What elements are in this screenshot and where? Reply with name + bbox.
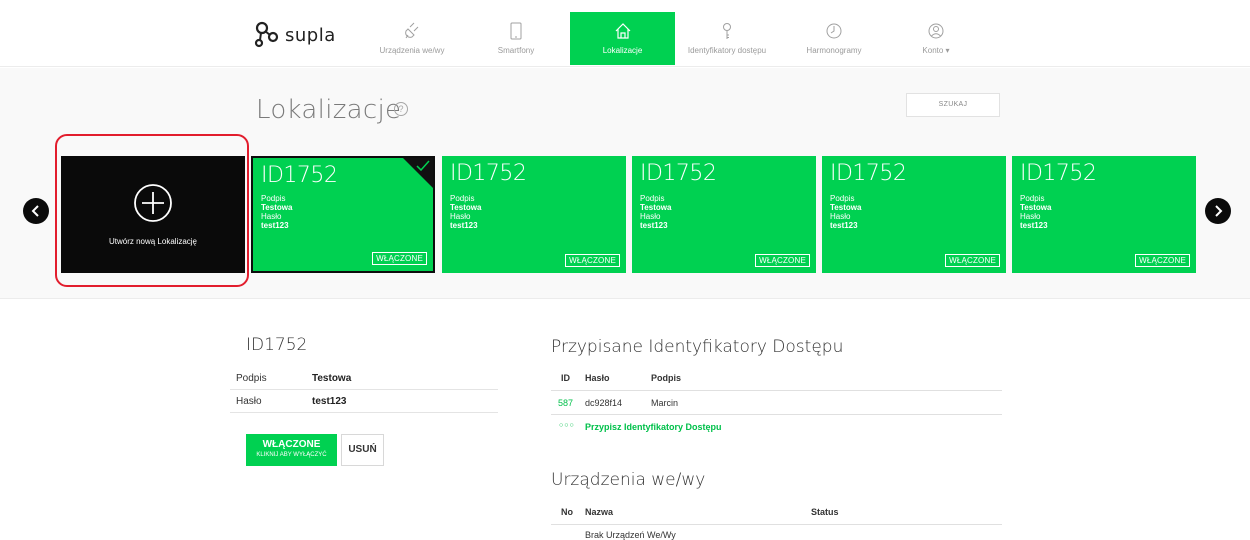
card-id: ID1752 bbox=[830, 161, 907, 186]
card-id: ID1752 bbox=[450, 161, 527, 186]
highlight-annotation bbox=[55, 134, 249, 287]
status-badge: WŁĄCZONE bbox=[565, 254, 620, 267]
table-header: No bbox=[561, 507, 573, 517]
card-value: test123 bbox=[830, 221, 858, 230]
nav-label: Urządzenia we/wy bbox=[379, 46, 445, 55]
detail-title: ID1752 bbox=[246, 335, 308, 355]
nav-item-schedules[interactable]: Harmonogramy bbox=[794, 12, 874, 65]
details-area bbox=[0, 298, 1250, 540]
carousel-next-button[interactable] bbox=[1205, 198, 1231, 224]
card-key: Podpis bbox=[640, 194, 665, 203]
supla-logo[interactable]: supla bbox=[253, 20, 336, 50]
divider bbox=[551, 524, 1002, 525]
clock-icon bbox=[826, 23, 842, 39]
card-value: Testowa bbox=[830, 203, 862, 212]
toggle-sublabel: KLIKNIJ ABY WYŁĄCZYĆ bbox=[256, 452, 327, 458]
card-value: test123 bbox=[450, 221, 478, 230]
check-icon bbox=[416, 160, 430, 172]
access-pass: dc928f14 bbox=[585, 398, 623, 408]
location-card[interactable]: ID1752 Podpis Testowa Hasło test123 WŁĄC… bbox=[822, 156, 1006, 273]
table-header: Hasło bbox=[585, 373, 610, 383]
detail-row: Hasło test123 bbox=[230, 391, 498, 413]
card-value: Testowa bbox=[640, 203, 672, 212]
detail-value[interactable]: test123 bbox=[312, 396, 346, 407]
status-badge: WŁĄCZONE bbox=[755, 254, 810, 267]
chevron-left-icon bbox=[31, 205, 39, 217]
detail-key: Hasło bbox=[236, 396, 262, 407]
nav-label: Identyfikatory dostępu bbox=[687, 46, 767, 55]
nav-item-account[interactable]: Konto ▾ bbox=[908, 12, 964, 65]
nav-item-locations[interactable]: Lokalizacje bbox=[570, 12, 675, 65]
card-value: Testowa bbox=[261, 203, 293, 212]
key-icon bbox=[723, 23, 731, 39]
table-header: Nazwa bbox=[585, 507, 614, 517]
card-value: test123 bbox=[640, 221, 668, 230]
divider bbox=[551, 390, 1002, 391]
card-key: Hasło bbox=[1020, 212, 1041, 221]
location-card[interactable]: ID1752 Podpis Testowa Hasło test123 WŁĄC… bbox=[632, 156, 816, 273]
card-value: Testowa bbox=[450, 203, 482, 212]
toggle-label: WŁĄCZONE bbox=[262, 439, 321, 450]
detail-row: Podpis Testowa bbox=[230, 368, 498, 390]
divider bbox=[551, 414, 1002, 415]
top-navbar: supla Urządzenia we/wy Smartfony Lokaliz… bbox=[0, 0, 1250, 67]
location-card[interactable]: ID1752 Podpis Testowa Hasło test123 WŁĄC… bbox=[1012, 156, 1196, 273]
devices-empty-message: Brak Urządzeń We/Wy bbox=[585, 530, 676, 540]
supla-logo-icon bbox=[254, 21, 279, 48]
help-icon[interactable]: ? bbox=[394, 102, 408, 116]
card-id: ID1752 bbox=[640, 161, 717, 186]
card-key: Hasło bbox=[450, 212, 471, 221]
card-key: Podpis bbox=[830, 194, 855, 203]
nav-item-access-ids[interactable]: Identyfikatory dostępu bbox=[679, 12, 775, 65]
carousel-prev-button[interactable] bbox=[23, 198, 49, 224]
home-icon bbox=[615, 23, 630, 39]
nav-item-smartphones[interactable]: Smartfony bbox=[478, 12, 554, 65]
nav-label: Konto ▾ bbox=[922, 46, 950, 55]
nav-item-devices[interactable]: Urządzenia we/wy bbox=[365, 12, 459, 65]
access-sign: Marcin bbox=[651, 398, 679, 408]
plug-icon bbox=[405, 22, 419, 39]
user-icon bbox=[928, 23, 944, 39]
location-card[interactable]: ID1752 Podpis Testowa Hasło test123 WŁĄC… bbox=[251, 156, 435, 273]
page-title: Lokalizacje bbox=[256, 95, 402, 125]
devices-section-title: Urządzenia we/wy bbox=[551, 470, 706, 490]
access-section-title: Przypisane Identyfikatory Dostępu bbox=[551, 337, 844, 357]
card-id: ID1752 bbox=[1020, 161, 1097, 186]
assign-access-link[interactable]: Przypisz Identyfikatory Dostępu bbox=[585, 422, 722, 432]
toggle-enabled-button[interactable]: WŁĄCZONE KLIKNIJ ABY WYŁĄCZYĆ bbox=[246, 434, 337, 466]
access-id-link[interactable]: 587 bbox=[558, 398, 573, 408]
status-badge: WŁĄCZONE bbox=[945, 254, 1000, 267]
smartphone-icon bbox=[510, 22, 522, 40]
status-badge: WŁĄCZONE bbox=[372, 252, 427, 265]
assign-dots-icon: ○○○ bbox=[559, 422, 575, 429]
detail-value[interactable]: Testowa bbox=[312, 373, 351, 384]
card-id: ID1752 bbox=[261, 163, 338, 188]
detail-key: Podpis bbox=[236, 373, 267, 384]
card-key: Hasło bbox=[640, 212, 661, 221]
card-key: Hasło bbox=[830, 212, 851, 221]
card-key: Podpis bbox=[261, 194, 286, 203]
card-key: Podpis bbox=[450, 194, 475, 203]
location-card[interactable]: ID1752 Podpis Testowa Hasło test123 WŁĄC… bbox=[442, 156, 626, 273]
card-key: Podpis bbox=[1020, 194, 1045, 203]
status-badge: WŁĄCZONE bbox=[1135, 254, 1190, 267]
card-value: test123 bbox=[1020, 221, 1048, 230]
nav-label: Harmonogramy bbox=[806, 46, 862, 55]
search-button[interactable]: SZUKAJ bbox=[906, 93, 1000, 117]
card-value: test123 bbox=[261, 221, 289, 230]
brand-name: supla bbox=[285, 24, 336, 46]
nav-label: Lokalizacje bbox=[602, 46, 643, 55]
table-header: ID bbox=[561, 373, 570, 383]
table-header: Podpis bbox=[651, 373, 682, 383]
table-header: Status bbox=[811, 507, 839, 517]
card-key: Hasło bbox=[261, 212, 282, 221]
chevron-right-icon bbox=[1215, 205, 1223, 217]
delete-button[interactable]: USUŃ bbox=[341, 434, 384, 466]
card-value: Testowa bbox=[1020, 203, 1052, 212]
nav-label: Smartfony bbox=[497, 46, 535, 55]
